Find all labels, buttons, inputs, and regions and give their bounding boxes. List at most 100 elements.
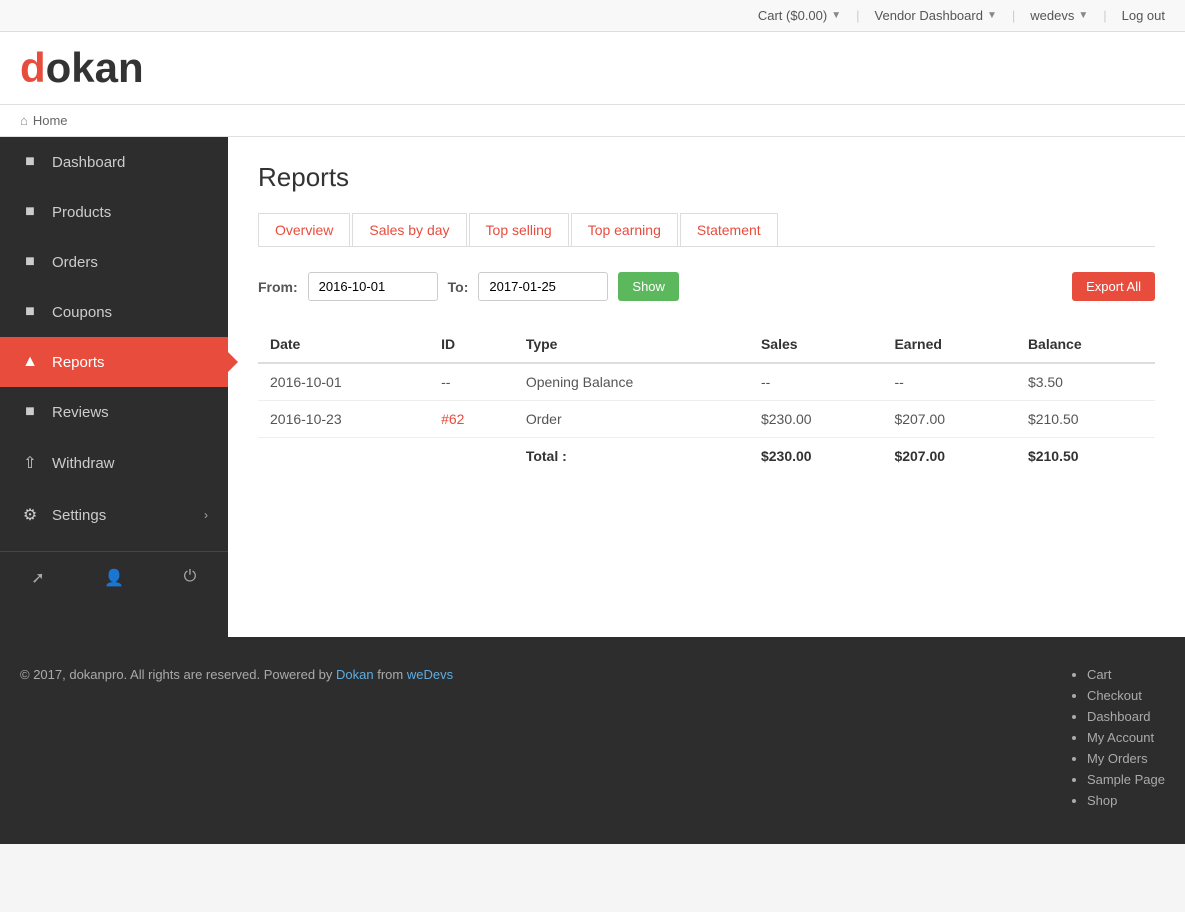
content-area: Reports Overview Sales by day Top sellin… bbox=[228, 137, 1185, 637]
vendor-dashboard-menu[interactable]: Vendor Dashboard ▼ bbox=[875, 8, 997, 23]
cart-menu[interactable]: Cart ($0.00) ▼ bbox=[758, 8, 841, 23]
sidebar-item-withdraw[interactable]: ⇧ Withdraw bbox=[0, 437, 228, 489]
row2-balance: $210.50 bbox=[1016, 401, 1155, 438]
sidebar-item-products[interactable]: ■ Products bbox=[0, 187, 228, 237]
from-input[interactable] bbox=[308, 272, 438, 301]
sidebar-label-reports: Reports bbox=[52, 354, 208, 371]
total-sales: $230.00 bbox=[749, 438, 882, 475]
cart-arrow: ▼ bbox=[831, 10, 841, 21]
total-earned: $207.00 bbox=[882, 438, 1015, 475]
footer: © 2017, dokanpro. All rights are reserve… bbox=[0, 637, 1185, 844]
col-sales: Sales bbox=[749, 326, 882, 363]
sidebar-item-orders[interactable]: ■ Orders bbox=[0, 237, 228, 287]
filter-row: From: To: Show Export All bbox=[258, 272, 1155, 301]
footer-link-cart[interactable]: Cart bbox=[1087, 667, 1112, 682]
tab-overview[interactable]: Overview bbox=[258, 213, 350, 246]
tab-statement[interactable]: Statement bbox=[680, 213, 778, 246]
page-title: Reports bbox=[258, 162, 1155, 193]
dashboard-icon: ■ bbox=[20, 153, 40, 171]
col-date: Date bbox=[258, 326, 429, 363]
settings-icon: ⚙ bbox=[20, 505, 40, 525]
cart-label: Cart ($0.00) bbox=[758, 8, 827, 23]
row2-sales: $230.00 bbox=[749, 401, 882, 438]
footer-link-checkout[interactable]: Checkout bbox=[1087, 688, 1142, 703]
to-input[interactable] bbox=[478, 272, 608, 301]
footer-link-myorders[interactable]: My Orders bbox=[1087, 751, 1148, 766]
withdraw-icon: ⇧ bbox=[20, 453, 40, 473]
vendor-dashboard-label: Vendor Dashboard bbox=[875, 8, 983, 23]
row2-type: Order bbox=[514, 401, 749, 438]
logo: dokan bbox=[20, 47, 1165, 89]
user-menu[interactable]: wedevs ▼ bbox=[1030, 8, 1088, 23]
row2-id[interactable]: #62 bbox=[429, 401, 514, 438]
table-row: 2016-10-01 -- Opening Balance -- -- $3.5… bbox=[258, 363, 1155, 401]
col-earned: Earned bbox=[882, 326, 1015, 363]
footer-dokan-link[interactable]: Dokan bbox=[336, 667, 374, 682]
tab-sales-by-day[interactable]: Sales by day bbox=[352, 213, 466, 246]
footer-link-shop[interactable]: Shop bbox=[1087, 793, 1117, 808]
export-button[interactable]: Export All bbox=[1072, 272, 1155, 301]
logo-d: d bbox=[20, 44, 46, 91]
sidebar-item-coupons[interactable]: ■ Coupons bbox=[0, 287, 228, 337]
row2-earned: $207.00 bbox=[882, 401, 1015, 438]
show-button[interactable]: Show bbox=[618, 272, 679, 301]
orders-icon: ■ bbox=[20, 253, 40, 271]
sidebar-item-reviews[interactable]: ■ Reviews bbox=[0, 387, 228, 437]
logo-rest: okan bbox=[46, 44, 144, 91]
sidebar: ■ Dashboard ■ Products ■ Orders ■ Coupon… bbox=[0, 137, 228, 637]
sidebar-external-link-icon[interactable]: ➚ bbox=[0, 552, 76, 604]
sidebar-label-orders: Orders bbox=[52, 254, 208, 271]
footer-from: from bbox=[377, 667, 403, 682]
sidebar-label-products: Products bbox=[52, 204, 208, 221]
footer-link-myaccount[interactable]: My Account bbox=[1087, 730, 1154, 745]
sidebar-label-dashboard: Dashboard bbox=[52, 154, 208, 171]
coupons-icon: ■ bbox=[20, 303, 40, 321]
order-link[interactable]: #62 bbox=[441, 411, 464, 427]
to-label: To: bbox=[448, 279, 469, 295]
tab-top-earning[interactable]: Top earning bbox=[571, 213, 678, 246]
footer-powered-by: Powered by bbox=[264, 667, 333, 682]
footer-left: © 2017, dokanpro. All rights are reserve… bbox=[20, 667, 453, 682]
footer-link-samplepage[interactable]: Sample Page bbox=[1087, 772, 1165, 787]
sidebar-item-reports[interactable]: ▲ Reports bbox=[0, 337, 228, 387]
vendor-arrow: ▼ bbox=[987, 10, 997, 21]
table-row: 2016-10-23 #62 Order $230.00 $207.00 $21… bbox=[258, 401, 1155, 438]
total-balance: $210.50 bbox=[1016, 438, 1155, 475]
from-label: From: bbox=[258, 279, 298, 295]
tabs: Overview Sales by day Top selling Top ea… bbox=[258, 213, 1155, 247]
total-row: Total : $230.00 $207.00 $210.50 bbox=[258, 438, 1155, 475]
breadcrumb: ⌂ Home bbox=[0, 105, 1185, 137]
row2-date: 2016-10-23 bbox=[258, 401, 429, 438]
row1-type: Opening Balance bbox=[514, 363, 749, 401]
footer-link-dashboard[interactable]: Dashboard bbox=[1087, 709, 1151, 724]
col-type: Type bbox=[514, 326, 749, 363]
reports-icon: ▲ bbox=[20, 353, 40, 371]
row1-earned: -- bbox=[882, 363, 1015, 401]
row1-balance: $3.50 bbox=[1016, 363, 1155, 401]
top-bar: Cart ($0.00) ▼ | Vendor Dashboard ▼ | we… bbox=[0, 0, 1185, 32]
reviews-icon: ■ bbox=[20, 403, 40, 421]
row1-sales: -- bbox=[749, 363, 882, 401]
col-id: ID bbox=[429, 326, 514, 363]
user-label: wedevs bbox=[1030, 8, 1074, 23]
tab-top-selling[interactable]: Top selling bbox=[469, 213, 569, 246]
header: dokan bbox=[0, 32, 1185, 105]
sidebar-bottom: ➚ 👤 ⏻ bbox=[0, 551, 228, 604]
home-icon: ⌂ bbox=[20, 113, 28, 128]
sidebar-user-icon[interactable]: 👤 bbox=[76, 552, 152, 604]
sidebar-label-coupons: Coupons bbox=[52, 304, 208, 321]
footer-wedevs-link[interactable]: weDevs bbox=[407, 667, 453, 682]
logout-button[interactable]: Log out bbox=[1122, 8, 1165, 23]
sidebar-item-settings[interactable]: ⚙ Settings › bbox=[0, 489, 228, 541]
footer-copyright: © 2017, dokanpro. All rights are reserve… bbox=[20, 667, 260, 682]
settings-arrow: › bbox=[204, 508, 208, 522]
row1-id: -- bbox=[429, 363, 514, 401]
sidebar-power-icon[interactable]: ⏻ bbox=[152, 552, 228, 604]
user-arrow: ▼ bbox=[1078, 10, 1088, 21]
breadcrumb-home[interactable]: Home bbox=[33, 113, 68, 128]
footer-right: Cart Checkout Dashboard My Account My Or… bbox=[1067, 667, 1165, 814]
report-table: Date ID Type Sales Earned Balance 2016-1… bbox=[258, 326, 1155, 474]
sidebar-item-dashboard[interactable]: ■ Dashboard bbox=[0, 137, 228, 187]
row1-date: 2016-10-01 bbox=[258, 363, 429, 401]
main-layout: ■ Dashboard ■ Products ■ Orders ■ Coupon… bbox=[0, 137, 1185, 637]
